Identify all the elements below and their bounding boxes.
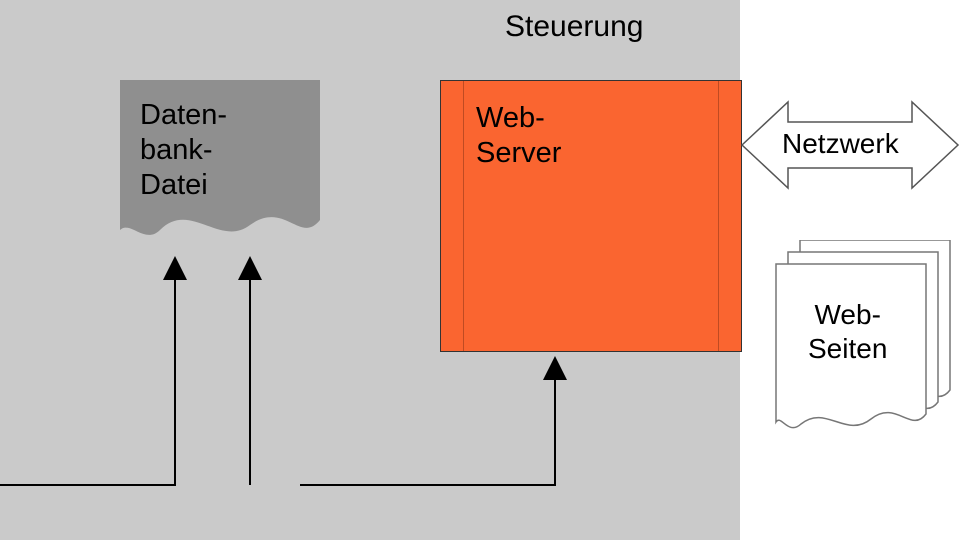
database-file-shape: Daten- bank- Datei	[120, 80, 320, 250]
server-inner-line	[718, 81, 719, 351]
diagram-canvas: Steuerung Daten- bank- Datei Web- Server…	[0, 0, 960, 540]
web-pages-label: Web- Seiten	[808, 298, 887, 365]
server-inner-line	[463, 81, 464, 351]
network-label: Netzwerk	[782, 128, 899, 160]
database-file-label: Daten- bank- Datei	[140, 98, 227, 202]
web-server-label: Web- Server	[476, 101, 561, 171]
control-label: Steuerung	[505, 10, 643, 44]
web-server-box: Web- Server	[440, 80, 742, 352]
control-panel: Steuerung Daten- bank- Datei Web- Server	[0, 0, 740, 540]
